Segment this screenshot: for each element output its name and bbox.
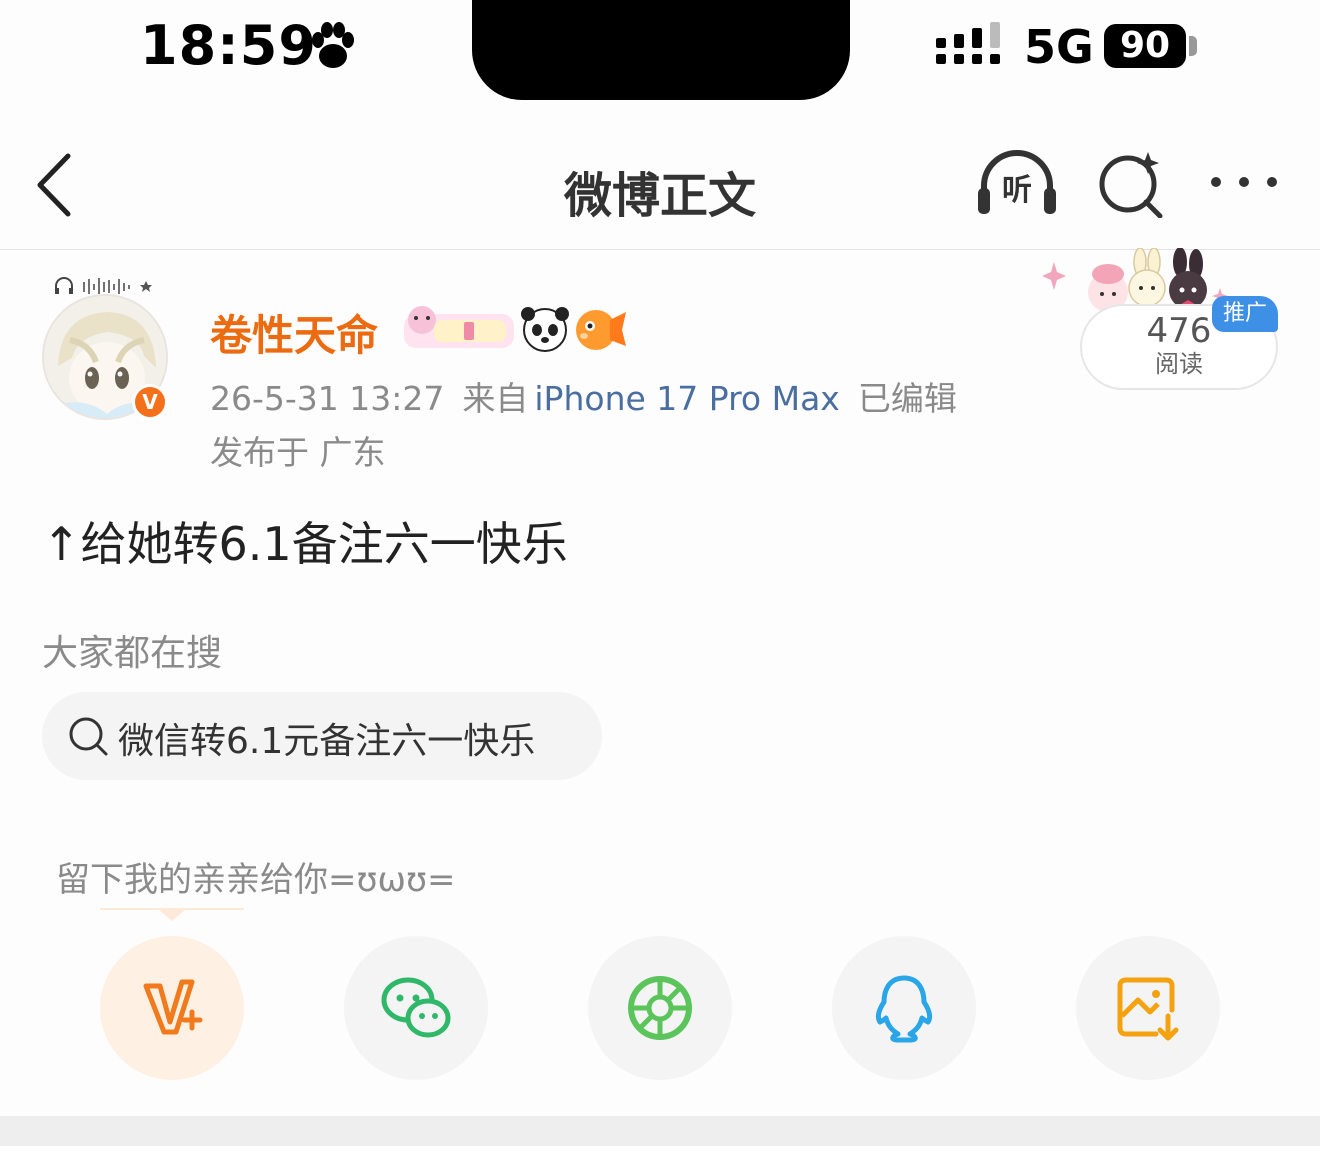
signal-icon xyxy=(936,22,1000,64)
post-timestamp: 26-5-31 13:27 xyxy=(210,379,445,418)
share-moments-button[interactable] xyxy=(588,936,732,1080)
share-qq-button[interactable] xyxy=(832,936,976,1080)
goldfish-icon xyxy=(576,310,626,350)
paw-icon xyxy=(312,22,354,68)
dynamic-island xyxy=(472,0,850,100)
save-image-icon xyxy=(1117,977,1179,1041)
share-wechat-button[interactable] xyxy=(344,936,488,1080)
hot-search-chip[interactable]: 微信转6.1元备注六一快乐 xyxy=(42,692,602,780)
share-weibo-button[interactable] xyxy=(100,936,244,1080)
battery-cap xyxy=(1189,36,1197,56)
qq-penguin-icon xyxy=(875,975,933,1043)
listen-headphones-icon[interactable]: 听 xyxy=(974,148,1060,218)
moments-aperture-icon xyxy=(628,976,692,1040)
panda-icon xyxy=(521,307,569,352)
post-location: 发布于 广东 xyxy=(210,433,386,472)
verified-badge: V xyxy=(132,384,168,420)
search-icon xyxy=(69,717,108,756)
pink-bear-badge-icon xyxy=(404,306,514,348)
edited-label[interactable]: 已编辑 xyxy=(858,379,957,418)
save-image-button[interactable] xyxy=(1076,936,1220,1080)
weibo-v-plus-icon xyxy=(143,979,203,1035)
listen-icon-label: 听 xyxy=(1002,173,1032,208)
network-type: 5G xyxy=(1024,20,1094,74)
audio-wave-icon xyxy=(55,277,152,294)
device-link[interactable]: iPhone 17 Pro Max xyxy=(534,379,839,418)
hot-search-label: 大家都在搜 xyxy=(42,633,223,674)
share-prompt: 留下我的亲亲给你=ʊωʊ= xyxy=(56,860,456,900)
author-name[interactable]: 卷性天命 xyxy=(210,302,378,363)
nav-bar: 微博正文 听 xyxy=(0,120,1320,250)
back-icon[interactable] xyxy=(30,150,80,220)
post-text: ↑给她转6.1备注六一快乐 xyxy=(42,517,568,571)
user-medals xyxy=(404,306,626,352)
post-meta: 26-5-31 13:27 来自 iPhone 17 Pro Max 已编辑 xyxy=(210,372,975,420)
section-divider xyxy=(0,1116,1320,1146)
page-title: 微博正文 xyxy=(563,168,756,224)
source-prefix: 来自 xyxy=(462,379,529,418)
promote-badge[interactable]: 推广 xyxy=(1212,296,1278,332)
tooltip-arrow xyxy=(158,909,186,921)
wechat-icon xyxy=(381,977,451,1038)
next-section xyxy=(0,1146,1320,1171)
battery-indicator: 90 xyxy=(1104,24,1186,68)
more-icon[interactable] xyxy=(1206,160,1282,204)
search-icon[interactable] xyxy=(1096,148,1166,218)
hot-search-query: 微信转6.1元备注六一快乐 xyxy=(118,721,536,762)
status-bar: 18:59 5G 90 xyxy=(0,0,1320,110)
status-time: 18:59 xyxy=(140,14,317,77)
read-label: 阅读 xyxy=(1155,350,1203,378)
